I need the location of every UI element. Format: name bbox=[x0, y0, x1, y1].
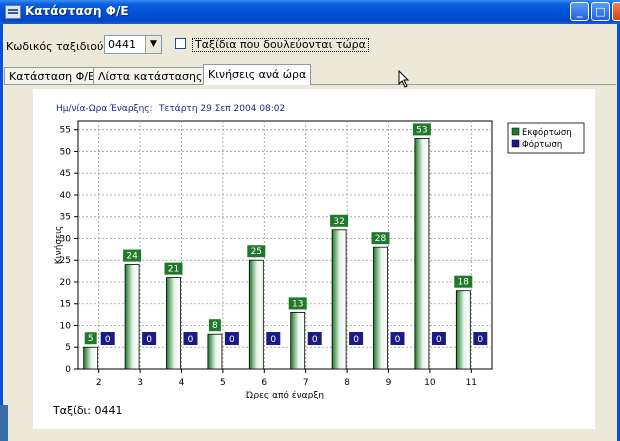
y-tick-label: 55 bbox=[60, 126, 71, 136]
bar-unloading bbox=[414, 138, 430, 370]
minimize-button[interactable]: _ bbox=[570, 2, 589, 21]
x-tick-label: 2 bbox=[96, 378, 102, 388]
x-tick-label: 5 bbox=[220, 378, 226, 388]
y-tick-label: 20 bbox=[60, 278, 72, 288]
taskbar-edge bbox=[0, 405, 8, 441]
trip-footer: Ταξίδι: 0441 bbox=[53, 404, 123, 417]
x-tick-label: 3 bbox=[137, 378, 143, 388]
data-label-unloading: 21 bbox=[168, 265, 179, 275]
data-label-loading: 0 bbox=[312, 335, 318, 345]
x-tick-label: 4 bbox=[179, 378, 185, 388]
y-tick-label: 45 bbox=[60, 169, 71, 179]
legend-label: Φόρτωση bbox=[522, 139, 562, 150]
data-label-unloading: 24 bbox=[126, 252, 138, 262]
data-label-loading: 0 bbox=[270, 335, 276, 345]
data-label-loading: 0 bbox=[477, 335, 483, 345]
window: Κατάσταση Φ/Ε _ □ Κωδικός ταξιδιού: 0441… bbox=[0, 0, 620, 441]
chart-panel: Ημ/νία-Ωρα Έναρξης: Τετάρτη 29 Σεπ 2004 … bbox=[33, 89, 595, 429]
data-label-unloading: 25 bbox=[251, 247, 262, 257]
data-label-loading: 0 bbox=[395, 335, 401, 345]
data-label-unloading: 18 bbox=[458, 278, 470, 288]
active-trips-checkbox[interactable] bbox=[175, 38, 186, 49]
y-tick-label: 0 bbox=[65, 365, 71, 375]
bar-unloading bbox=[331, 229, 347, 370]
trip-code-value: 0441 bbox=[108, 38, 136, 51]
data-label-unloading: 53 bbox=[416, 125, 427, 135]
data-label-loading: 0 bbox=[436, 335, 442, 345]
data-label-loading: 0 bbox=[146, 335, 152, 345]
y-tick-label: 40 bbox=[60, 191, 72, 201]
y-tick-label: 10 bbox=[60, 321, 72, 331]
trip-code-combobox[interactable]: 0441 ▼ bbox=[104, 35, 162, 54]
bar-unloading bbox=[373, 246, 388, 370]
y-tick-label: 50 bbox=[60, 147, 72, 157]
data-label-loading: 0 bbox=[229, 335, 235, 345]
maximize-button[interactable]: □ bbox=[591, 2, 610, 21]
app-icon bbox=[5, 5, 21, 19]
data-label-unloading: 28 bbox=[375, 234, 387, 244]
close-button[interactable] bbox=[612, 2, 620, 21]
data-label-unloading: 5 bbox=[88, 334, 94, 344]
data-label-loading: 0 bbox=[353, 335, 359, 345]
data-label-unloading: 8 bbox=[212, 321, 218, 331]
tab-hourly-moves[interactable]: Κινήσεις ανά ώρα bbox=[203, 64, 312, 85]
legend-swatch bbox=[511, 139, 520, 148]
bar-unloading bbox=[248, 259, 264, 370]
y-axis-label: Κινήσεις bbox=[54, 226, 64, 265]
bar-unloading bbox=[166, 277, 181, 370]
chevron-down-icon[interactable]: ▼ bbox=[145, 36, 161, 53]
legend-swatch bbox=[511, 127, 520, 136]
y-tick-label: 15 bbox=[60, 300, 71, 310]
x-tick-label: 6 bbox=[261, 378, 267, 388]
active-trips-label[interactable]: Ταξίδια που δουλεύονται τώρα bbox=[192, 38, 369, 52]
data-label-loading: 0 bbox=[105, 335, 111, 345]
bar-chart: 05101520253035404550552 3 4 5 6 7 8 9 10 115 02402… bbox=[54, 120, 585, 399]
legend-label: Εκφόρτωση bbox=[522, 127, 572, 138]
bar-unloading bbox=[455, 290, 471, 370]
window-frame-left bbox=[0, 24, 3, 441]
bar-unloading bbox=[207, 333, 223, 370]
bar-unloading bbox=[83, 346, 99, 370]
bar-unloading bbox=[124, 264, 140, 370]
x-axis-label: Ώρες από έναρξη bbox=[245, 390, 324, 399]
data-label-loading: 0 bbox=[188, 335, 194, 345]
title-bar[interactable]: Κατάσταση Φ/Ε _ □ bbox=[0, 0, 620, 24]
x-tick-label: 9 bbox=[386, 378, 392, 388]
tab-status[interactable]: Κατάσταση Φ/Ε bbox=[4, 67, 100, 84]
trip-code-label: Κωδικός ταξιδιού: bbox=[6, 40, 108, 53]
window-title: Κατάσταση Φ/Ε bbox=[25, 4, 129, 18]
y-tick-label: 5 bbox=[65, 343, 71, 353]
mouse-cursor-icon bbox=[398, 70, 410, 88]
data-label-unloading: 32 bbox=[333, 217, 344, 227]
bar-unloading bbox=[290, 312, 306, 370]
x-tick-label: 11 bbox=[466, 378, 477, 388]
data-label-unloading: 13 bbox=[292, 299, 303, 309]
x-tick-label: 8 bbox=[344, 378, 350, 388]
x-tick-label: 10 bbox=[424, 378, 436, 388]
y-tick-label: 35 bbox=[60, 213, 71, 223]
x-tick-label: 7 bbox=[303, 378, 309, 388]
